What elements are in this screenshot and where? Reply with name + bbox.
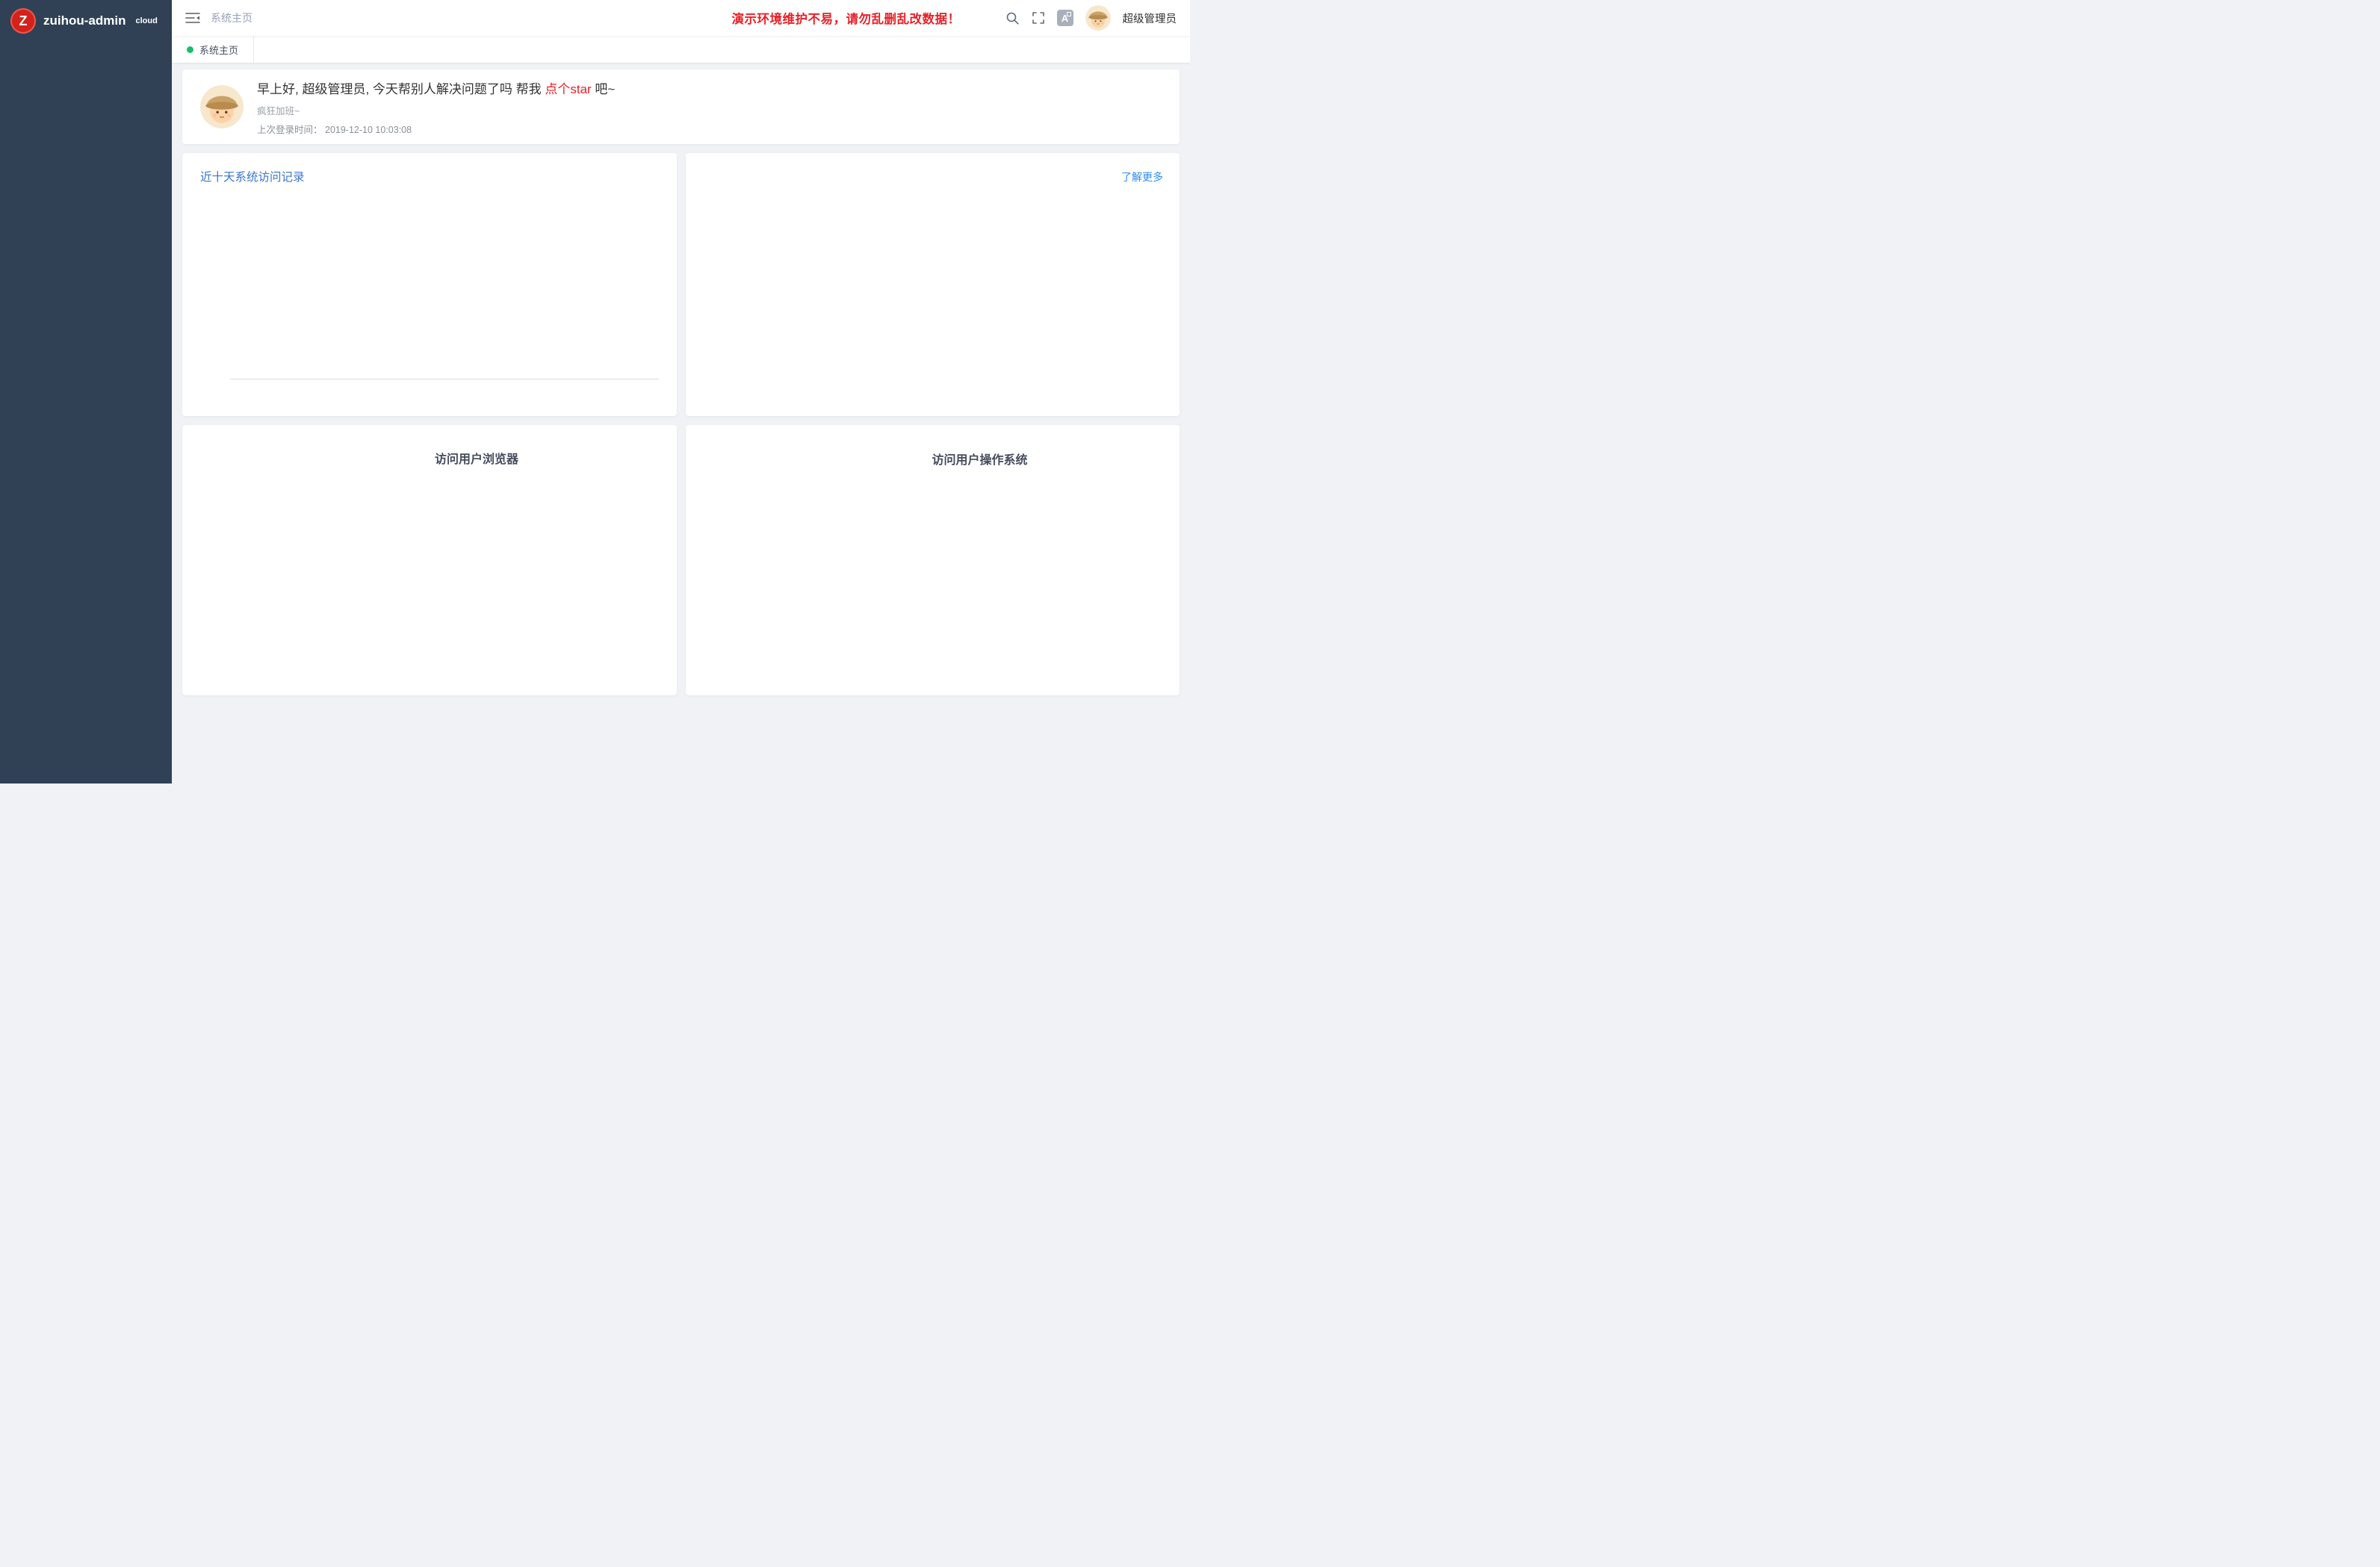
- greeting-subtitle: 疯狂加班~: [257, 103, 1133, 117]
- bar-chart: [230, 210, 659, 379]
- last-login: 上次登录时间： 2019-12-10 10:03:08: [257, 122, 1133, 136]
- row-charts-top: 近十天系统访问记录 了解更多: [182, 153, 1180, 416]
- bar-chart-title: 近十天系统访问记录: [200, 168, 305, 184]
- visits-bar-card: 近十天系统访问记录: [182, 153, 677, 416]
- os-pie: [686, 425, 816, 555]
- tab-label: 系统主页: [199, 43, 238, 57]
- navbar-actions: A 超级管理员: [1005, 5, 1177, 31]
- logo-badge: Z: [10, 8, 36, 34]
- top-navbar: 系统主页 演示环境维护不易，请勿乱删乱改数据！ A 超级管理员: [172, 0, 1190, 36]
- greeting-title: 早上好, 超级管理员, 今天帮别人解决问题了吗 帮我 点个star 吧~: [257, 78, 1133, 97]
- current-user-name[interactable]: 超级管理员: [1123, 10, 1177, 26]
- learn-more-link[interactable]: 了解更多: [1121, 170, 1163, 184]
- greeting-avatar: [200, 85, 244, 128]
- tab-system-home[interactable]: 系统主页: [172, 36, 254, 63]
- tabs-bar: 系统主页: [172, 36, 1190, 63]
- sidebar-collapse-icon[interactable]: [185, 12, 200, 24]
- bar-groups: [230, 210, 659, 379]
- page-content: 早上好, 超级管理员, 今天帮别人解决问题了吗 帮我 点个star 吧~ 疯狂加…: [172, 63, 1190, 784]
- features-card: 了解更多: [686, 153, 1180, 416]
- demo-notice: 演示环境维护不易，请勿乱删乱改数据！: [732, 9, 961, 27]
- sidebar-menu: [0, 42, 172, 784]
- greeting-card: 早上好, 超级管理员, 今天帮别人解决问题了吗 帮我 点个star 吧~ 疯狂加…: [182, 69, 1180, 144]
- user-avatar[interactable]: [1085, 5, 1111, 31]
- greeting-title-suffix: 吧~: [592, 82, 616, 96]
- browser-pie: [182, 425, 312, 555]
- last-login-time: 2019-12-10 10:03:08: [325, 125, 412, 135]
- last-login-label: 上次登录时间：: [257, 125, 323, 135]
- font-size-icon[interactable]: A: [1057, 10, 1073, 26]
- row-charts-bottom: 访问用户浏览器 访问用户操作系统: [182, 425, 1180, 695]
- main-area: 系统主页 演示环境维护不易，请勿乱删乱改数据！ A 超级管理员 系统主页: [172, 0, 1190, 784]
- app-title-suffix: cloud: [135, 16, 157, 25]
- os-pie-title: 访问用户操作系统: [932, 450, 1028, 468]
- greeting-text: 早上好, 超级管理员, 今天帮别人解决问题了吗 帮我 点个star 吧~ 疯狂加…: [257, 78, 1133, 136]
- bar-ylabels: [197, 210, 224, 379]
- app-title: zuihou-admin: [43, 13, 125, 28]
- star-link[interactable]: 点个star: [545, 82, 591, 96]
- app-logo[interactable]: Z zuihou-admin cloud: [0, 0, 172, 42]
- greeting-title-prefix: 早上好, 超级管理员, 今天帮别人解决问题了吗 帮我: [257, 82, 545, 96]
- tab-active-dot: [187, 46, 193, 53]
- sidebar: Z zuihou-admin cloud: [0, 0, 172, 784]
- browser-pie-card: 访问用户浏览器: [182, 425, 677, 695]
- breadcrumb[interactable]: 系统主页: [211, 10, 252, 25]
- fullscreen-icon[interactable]: [1032, 11, 1045, 25]
- browser-pie-title: 访问用户浏览器: [435, 449, 518, 467]
- os-pie-card: 访问用户操作系统: [686, 425, 1180, 695]
- search-icon[interactable]: [1005, 11, 1020, 25]
- app-window: Z zuihou-admin cloud 系统主页 演示环境维护不易，请勿乱删乱…: [0, 0, 1190, 784]
